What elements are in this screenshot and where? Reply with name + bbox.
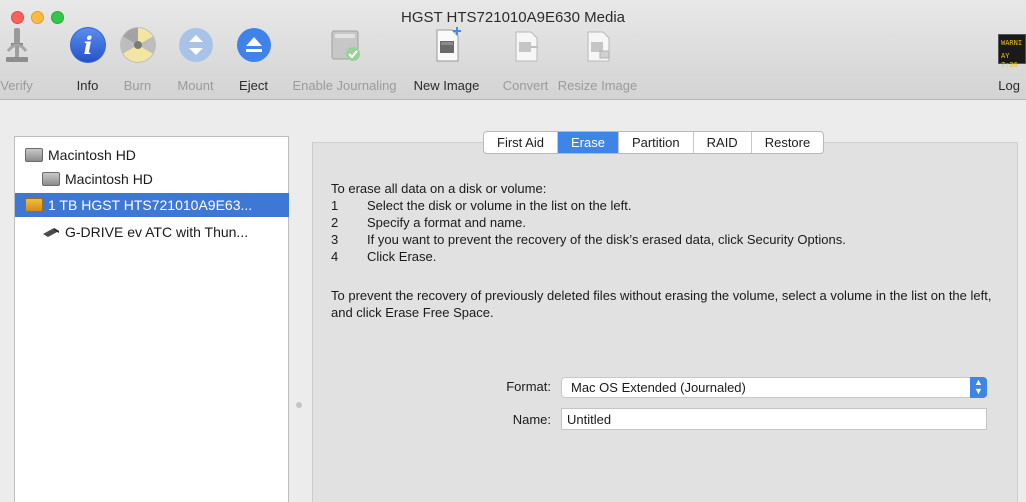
name-label: Name: <box>512 412 551 427</box>
mount-icon <box>176 22 216 68</box>
eject-label: Eject <box>239 78 268 93</box>
journaling-disk-icon <box>325 22 365 68</box>
info-label: Info <box>76 78 99 93</box>
sidebar-item-macintosh-hd-disk[interactable]: Macintosh HD <box>15 143 289 167</box>
step-number: 1 <box>331 198 339 213</box>
step-text: Specify a format and name. <box>367 215 526 230</box>
enable-journaling-label: Enable Journaling <box>292 78 397 93</box>
tab-partition[interactable]: Partition <box>619 132 694 153</box>
format-label: Format: <box>506 379 551 394</box>
step-number: 2 <box>331 215 339 230</box>
name-input[interactable]: Untitled <box>561 408 987 430</box>
step-number: 4 <box>331 249 339 264</box>
resize-image-icon <box>578 22 618 68</box>
new-image-icon <box>427 22 467 68</box>
step-text: Click Erase. <box>367 249 437 264</box>
step-number: 3 <box>331 232 339 247</box>
tab-first-aid[interactable]: First Aid <box>484 132 558 153</box>
hard-disk-icon <box>25 148 43 162</box>
volume-icon <box>42 172 60 186</box>
erase-steps: 1 Select the disk or volume in the list o… <box>331 197 846 265</box>
convert-icon <box>506 22 546 68</box>
log-console-icon[interactable]: WARNI AY 7:36 <box>998 34 1026 69</box>
removable-volume-icon <box>42 225 60 239</box>
step-text: If you want to prevent the recovery of t… <box>367 232 846 247</box>
eject-icon <box>234 22 274 68</box>
sidebar-item-g-drive[interactable]: G-DRIVE ev ATC with Thun... <box>15 220 289 244</box>
resize-image-label: Resize Image <box>557 78 638 93</box>
tab-raid[interactable]: RAID <box>694 132 752 153</box>
burn-label: Burn <box>123 78 152 93</box>
convert-label: Convert <box>502 78 549 93</box>
select-stepper-icon: ▲ ▼ <box>970 377 987 398</box>
microscope-icon <box>0 22 37 68</box>
window-titlebar: HGST HTS721010A9E630 Media Verify i Info <box>0 0 1026 100</box>
step-item: 1 Select the disk or volume in the list o… <box>331 197 846 214</box>
step-item: 3 If you want to prevent the recovery of … <box>331 231 846 248</box>
burn-radiation-icon <box>118 22 158 68</box>
tab-erase[interactable]: Erase <box>557 132 619 153</box>
sidebar-item-label: Macintosh HD <box>48 147 136 163</box>
new-image-label: New Image <box>413 78 480 93</box>
info-icon: i <box>68 22 108 68</box>
log-button-label[interactable]: Log <box>998 78 1020 93</box>
sidebar-item-label: Macintosh HD <box>65 171 153 187</box>
verify-label: Verify <box>0 78 33 93</box>
sidebar-item-hgst-disk[interactable]: 1 TB HGST HTS721010A9E63... <box>15 193 289 217</box>
sidebar-item-label: G-DRIVE ev ATC with Thun... <box>65 224 249 240</box>
mount-label: Mount <box>177 78 214 93</box>
split-view-handle[interactable] <box>296 402 302 408</box>
format-select[interactable]: Mac OS Extended (Journaled) ▲ ▼ <box>561 377 987 398</box>
sidebar-item-macintosh-hd-volume[interactable]: Macintosh HD <box>15 167 289 191</box>
step-text: Select the disk or volume in the list on… <box>367 198 632 213</box>
log-icon-text-2: AY 7:36 <box>1001 52 1018 69</box>
svg-text:i: i <box>83 31 92 60</box>
sidebar-item-label: 1 TB HGST HTS721010A9E63... <box>48 197 253 213</box>
external-disk-icon <box>25 198 43 212</box>
log-icon-text-1: WARNI <box>1001 39 1023 47</box>
erase-intro: To erase all data on a disk or volume: <box>331 181 547 196</box>
tab-bar: First Aid Erase Partition RAID Restore <box>483 131 825 154</box>
step-item: 2 Specify a format and name. <box>331 214 846 231</box>
tab-restore[interactable]: Restore <box>752 132 824 153</box>
step-item: 4 Click Erase. <box>331 248 846 265</box>
disk-list-sidebar: Macintosh HD Macintosh HD 1 TB HGST HTS7… <box>14 136 289 502</box>
erase-free-space-note: To prevent the recovery of previously de… <box>331 288 992 320</box>
format-select-value: Mac OS Extended (Journaled) <box>571 380 746 395</box>
